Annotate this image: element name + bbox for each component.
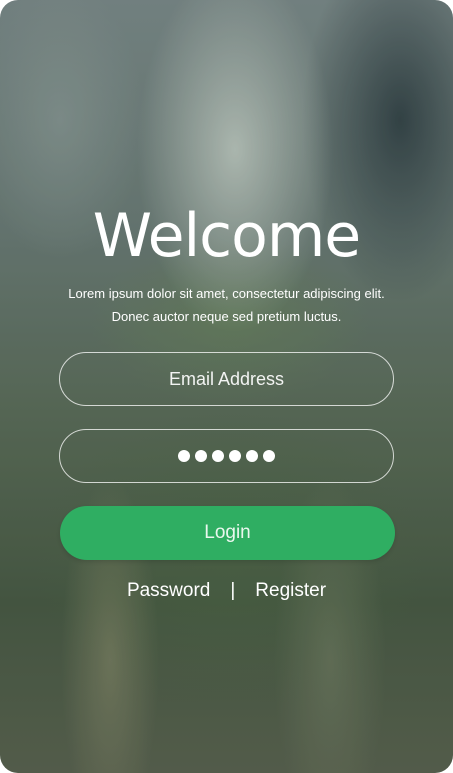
register-link[interactable]: Register — [255, 580, 326, 602]
email-input[interactable] — [60, 353, 393, 405]
footer-links: Password | Register — [0, 576, 453, 606]
login-screen: Welcome Lorem ipsum dolor sit amet, cons… — [0, 0, 453, 773]
password-link[interactable]: Password — [127, 580, 210, 602]
subtitle-line-1: Lorem ipsum dolor sit amet, consectetur … — [68, 286, 385, 301]
password-dot — [212, 450, 224, 462]
subtitle-line-2: Donec auctor neque sed pretium luctus. — [111, 309, 342, 324]
link-separator: | — [230, 580, 236, 601]
password-field[interactable] — [59, 429, 394, 483]
password-dot — [263, 450, 275, 462]
password-dot — [246, 450, 258, 462]
login-button[interactable]: Login — [60, 506, 395, 560]
email-field[interactable] — [59, 352, 394, 406]
password-dot — [195, 450, 207, 462]
password-dot — [178, 450, 190, 462]
welcome-subtitle: Lorem ipsum dolor sit amet, consectetur … — [20, 282, 433, 328]
password-dot — [229, 450, 241, 462]
welcome-title: Welcome — [92, 201, 361, 271]
login-button-label: Login — [204, 522, 251, 543]
password-mask — [178, 450, 275, 462]
